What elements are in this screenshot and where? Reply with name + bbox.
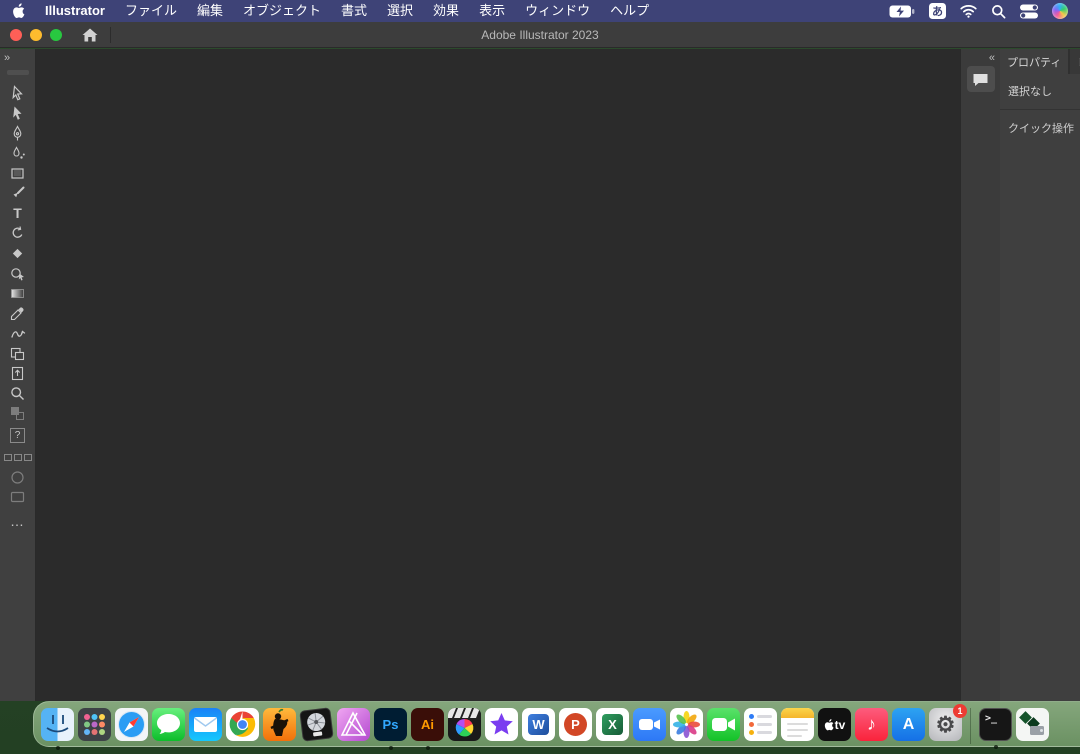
properties-panel: プロパティ レイヤー 選択なし クイック操作: [1000, 49, 1080, 701]
dock-app-store[interactable]: A: [892, 708, 925, 741]
dock-reminders[interactable]: [744, 708, 777, 741]
drawing-modes-icon[interactable]: [4, 447, 32, 467]
pen-tool-icon[interactable]: [4, 123, 32, 143]
input-source-icon[interactable]: あ: [929, 3, 946, 19]
battery-charging-icon[interactable]: [889, 5, 915, 18]
tools-drag-handle[interactable]: [7, 70, 29, 75]
gradient-tool-icon[interactable]: [4, 283, 32, 303]
shape-builder-tool-icon[interactable]: [4, 263, 32, 283]
apple-menu-icon[interactable]: [12, 3, 25, 19]
paintbrush-tool-icon[interactable]: [4, 183, 32, 203]
selection-tool-icon[interactable]: [4, 83, 32, 103]
swatch-missing-icon[interactable]: ?: [4, 423, 32, 447]
siri-icon[interactable]: [1052, 3, 1068, 19]
zoom-window-button[interactable]: [50, 29, 62, 41]
running-indicator: [994, 745, 998, 749]
search-icon[interactable]: [991, 4, 1006, 19]
color-mode-icon[interactable]: [4, 467, 32, 487]
direct-selection-tool-icon[interactable]: [4, 103, 32, 123]
menu-app-name[interactable]: Illustrator: [35, 0, 115, 22]
type-tool-icon[interactable]: T: [4, 203, 32, 223]
asset-export-tool-icon[interactable]: [4, 363, 32, 383]
dock-imovie[interactable]: [485, 708, 518, 741]
gear-icon: ⚙: [936, 712, 956, 738]
artboard-tool-icon[interactable]: [4, 343, 32, 363]
eraser-tool-icon[interactable]: [4, 243, 32, 263]
window-title-bar: Adobe Illustrator 2023: [0, 22, 1080, 48]
blend-tool-icon[interactable]: [4, 323, 32, 343]
expand-tools-icon[interactable]: »: [4, 52, 9, 64]
wifi-icon[interactable]: [960, 4, 977, 18]
control-center-icon[interactable]: [1020, 4, 1038, 19]
rotate-tool-icon[interactable]: [4, 223, 32, 243]
tools-panel: » T: [0, 49, 36, 701]
eyedropper-tool-icon[interactable]: [4, 303, 32, 323]
titlebar-divider: [110, 27, 111, 43]
dock-messages[interactable]: [152, 708, 185, 741]
dock-apple-tv[interactable]: tv: [818, 708, 851, 741]
menu-help[interactable]: ヘルプ: [600, 0, 659, 22]
menu-type[interactable]: 書式: [331, 0, 377, 22]
minimize-button[interactable]: [30, 29, 42, 41]
window-title: Adobe Illustrator 2023: [0, 28, 1080, 42]
dock-utility-app[interactable]: [1016, 708, 1049, 741]
dock-mail[interactable]: [189, 708, 222, 741]
home-icon[interactable]: [78, 25, 102, 45]
traffic-lights: [10, 29, 62, 41]
fill-stroke-control-icon[interactable]: [4, 403, 32, 423]
collapsed-panel-strip: «: [960, 49, 1000, 701]
dock-finder[interactable]: [41, 708, 74, 741]
menu-object[interactable]: オブジェクト: [233, 0, 331, 22]
menu-select[interactable]: 選択: [377, 0, 423, 22]
document-canvas[interactable]: [36, 49, 960, 701]
dock-launchpad[interactable]: [78, 708, 111, 741]
dock-disk-app[interactable]: [300, 708, 333, 741]
edit-toolbar-icon[interactable]: …: [10, 519, 25, 525]
quick-actions-label: クイック操作: [1008, 120, 1072, 136]
dock-separator: [970, 708, 971, 744]
illustrator-workspace: » T: [0, 49, 1080, 701]
dock-zoom[interactable]: [633, 708, 666, 741]
dock-illustrator[interactable]: Ai: [411, 708, 444, 741]
dock-music[interactable]: ♪: [855, 708, 888, 741]
dock-photos[interactable]: [670, 708, 703, 741]
menu-effect[interactable]: 効果: [423, 0, 469, 22]
dock: Ps Ai W P X tv: [33, 701, 1080, 747]
tab-layers[interactable]: レイヤー: [1070, 49, 1080, 74]
collapse-panels-icon[interactable]: «: [989, 52, 994, 64]
screen-mode-icon[interactable]: [4, 487, 32, 507]
menu-bar: Illustrator ファイル 編集 オブジェクト 書式 選択 効果 表示 ウ…: [0, 0, 1080, 22]
running-indicator: [389, 746, 393, 750]
zoom-tool-icon[interactable]: [4, 383, 32, 403]
panel-tab-bar: プロパティ レイヤー: [1000, 49, 1080, 74]
notification-badge: 1: [953, 704, 967, 718]
dock-safari[interactable]: [115, 708, 148, 741]
running-indicator: [56, 746, 60, 750]
menu-file[interactable]: ファイル: [115, 0, 187, 22]
dock-powerpoint[interactable]: P: [559, 708, 592, 741]
dock-system-settings[interactable]: ⚙ 1: [929, 708, 962, 741]
menu-window[interactable]: ウィンドウ: [515, 0, 600, 22]
curvature-tool-icon[interactable]: [4, 143, 32, 163]
tab-properties[interactable]: プロパティ: [1000, 49, 1068, 74]
selection-status: 選択なし: [1008, 83, 1072, 99]
close-button[interactable]: [10, 29, 22, 41]
panel-divider: [1000, 109, 1080, 110]
dock-affinity-photo[interactable]: [337, 708, 370, 741]
dock-excel[interactable]: X: [596, 708, 629, 741]
comment-panel-icon[interactable]: [967, 66, 995, 92]
dock-facetime[interactable]: [707, 708, 740, 741]
dock-final-cut-pro[interactable]: [448, 708, 481, 741]
dock-terminal[interactable]: >_: [979, 708, 1012, 741]
running-indicator: [426, 746, 430, 750]
dock-guitar-game[interactable]: [263, 708, 296, 741]
dock-word[interactable]: W: [522, 708, 555, 741]
dock-notes[interactable]: [781, 708, 814, 741]
dock-chrome[interactable]: [226, 708, 259, 741]
rectangle-tool-icon[interactable]: [4, 163, 32, 183]
dock-photoshop[interactable]: Ps: [374, 708, 407, 741]
menu-view[interactable]: 表示: [469, 0, 515, 22]
menu-edit[interactable]: 編集: [187, 0, 233, 22]
